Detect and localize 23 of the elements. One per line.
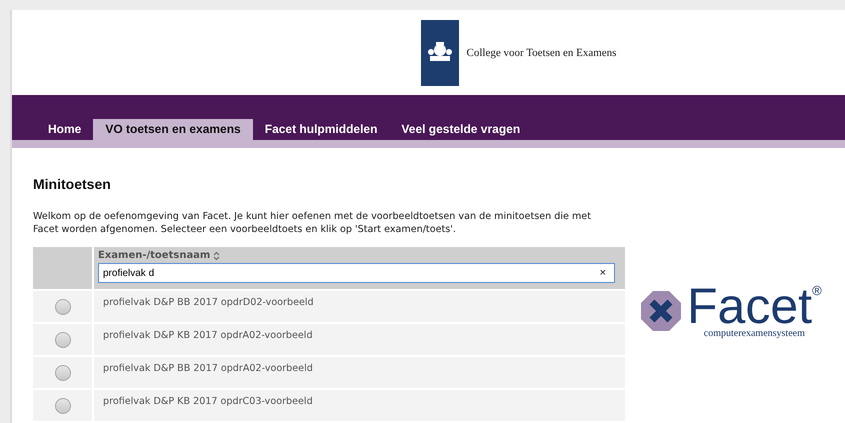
cross-logo-icon	[639, 289, 683, 333]
radio-button[interactable]	[54, 365, 70, 381]
intro-text: Welkom op de oefenomgeving van Facet. Je kunt hier oefenen met de voorbeeldtoetsen van de minitoetsen die met Facet worden afgenomen. Selecteer een voorbeeldtoets en klik op 'Start examen/toets'.	[33, 210, 592, 236]
exam-name[interactable]: profielvak D&P BB 2017 opdrD02-voorbeeld	[94, 297, 314, 308]
exam-name[interactable]: profielvak D&P KB 2017 opdrC03-voorbeeld	[94, 396, 313, 407]
radio-button[interactable]	[54, 332, 70, 348]
nav-tab[interactable]: Veel gestelde vragen	[389, 119, 532, 140]
exam-name[interactable]: profielvak D&P BB 2017 opdrA02-voorbeeld	[94, 363, 313, 374]
organisation-name: College voor Toetsen en Examens	[466, 46, 616, 58]
page-title: Minitoetsen	[33, 176, 112, 192]
column-header[interactable]: Examen-/toetsnaam	[98, 250, 220, 261]
exam-name[interactable]: profielvak D&P KB 2017 opdrA02-voorbeeld	[94, 330, 313, 341]
radio-button[interactable]	[54, 299, 70, 315]
radio-button[interactable]	[54, 398, 70, 414]
crest-logo-icon	[420, 20, 459, 86]
filter-field[interactable]: profielvak d ×	[98, 263, 615, 283]
nav-tab[interactable]: Facet hulpmiddelen	[252, 119, 390, 140]
header-cell	[33, 247, 92, 289]
nav-tab[interactable]: VO toetsen en examens	[93, 119, 253, 140]
sort-icon	[213, 250, 220, 260]
logo-tagline: computerexamensysteem	[704, 328, 805, 338]
logo-wordmark: Facet®	[687, 284, 822, 328]
nav-tab[interactable]: Home	[36, 119, 94, 140]
